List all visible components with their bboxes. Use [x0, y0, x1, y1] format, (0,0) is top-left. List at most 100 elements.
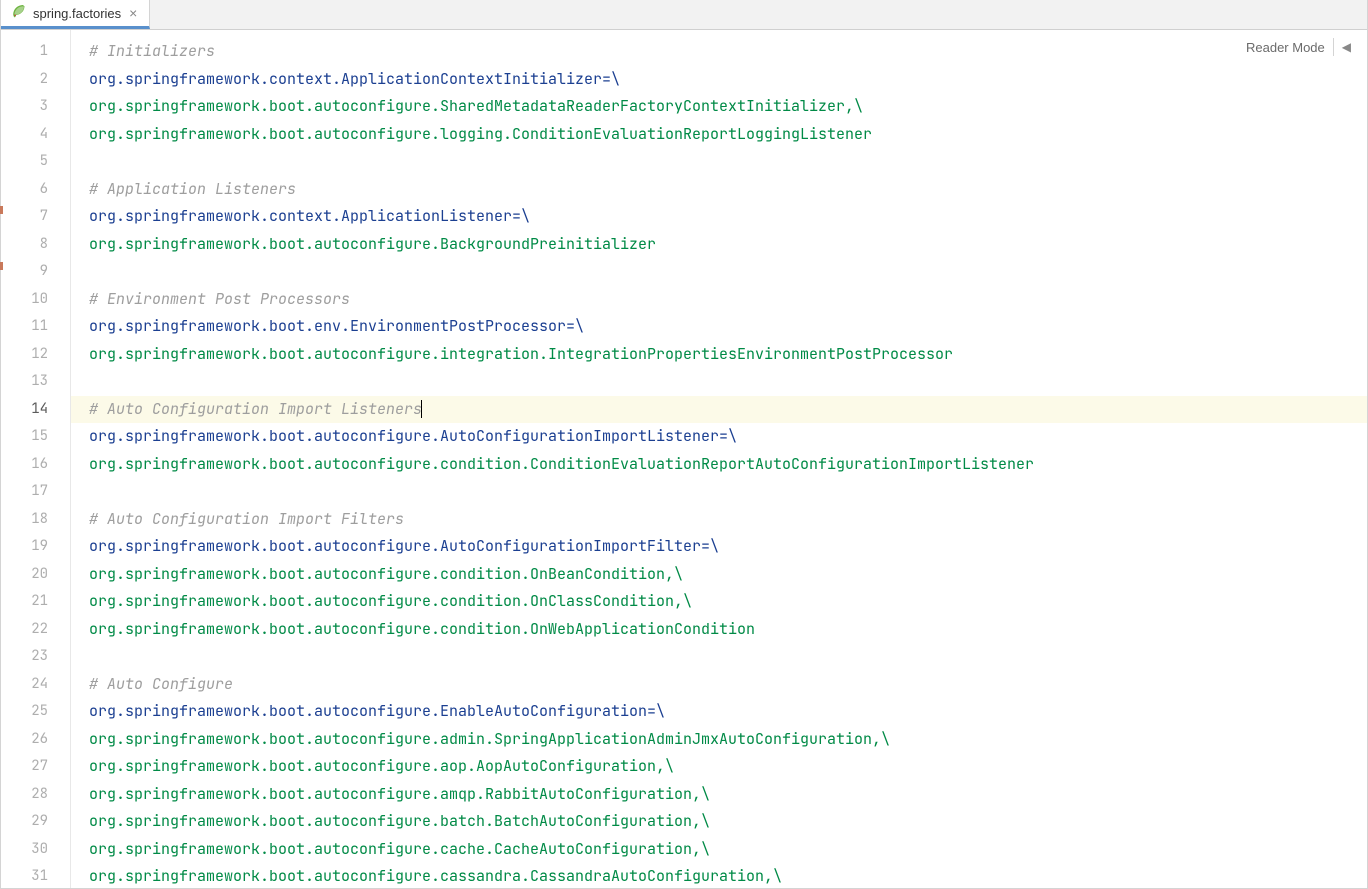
code-token-value: org.springframework.boot.autoconfigure.b… — [89, 811, 710, 831]
line-number[interactable]: 14 — [1, 396, 70, 424]
code-token-comment: # Application Listeners — [89, 179, 296, 199]
code-line[interactable]: org.springframework.boot.autoconfigure.c… — [89, 836, 1367, 864]
line-number[interactable]: 28 — [1, 781, 70, 809]
line-number[interactable]: 12 — [1, 341, 70, 369]
line-number[interactable]: 15 — [1, 423, 70, 451]
code-line[interactable]: org.springframework.boot.autoconfigure.B… — [89, 231, 1367, 259]
line-number[interactable]: 13 — [1, 368, 70, 396]
line-number[interactable]: 1 — [1, 38, 70, 66]
code-token-value: org.springframework.boot.autoconfigure.a… — [89, 784, 710, 804]
breakpoint-marker[interactable] — [0, 262, 3, 270]
code-token-key: org.springframework.context.ApplicationL… — [89, 206, 530, 226]
code-line[interactable]: org.springframework.boot.autoconfigure.c… — [89, 561, 1367, 589]
code-token-value: org.springframework.boot.autoconfigure.c… — [89, 454, 1034, 474]
code-token-key: org.springframework.boot.autoconfigure.A… — [89, 426, 737, 446]
code-token-value: org.springframework.boot.autoconfigure.l… — [89, 124, 872, 144]
editor-body: Reader Mode ◀ 12345678910111213141516171… — [1, 30, 1367, 888]
reader-mode-toolbar: Reader Mode ◀ — [1246, 38, 1351, 56]
code-editor-area[interactable]: # Initializers org.springframework.contex… — [71, 30, 1367, 888]
code-line[interactable]: org.springframework.boot.autoconfigure.a… — [89, 781, 1367, 809]
code-line[interactable]: # Auto Configuration Import Filters — [89, 506, 1367, 534]
chevron-left-icon[interactable]: ◀ — [1342, 40, 1351, 54]
code-line[interactable]: # Auto Configuration Import Listeners — [71, 396, 1367, 424]
line-number-gutter[interactable]: 1234567891011121314151617181920212223242… — [1, 30, 71, 888]
close-icon[interactable]: × — [127, 5, 139, 21]
code-line[interactable] — [89, 643, 1367, 671]
line-number[interactable]: 23 — [1, 643, 70, 671]
line-number[interactable]: 10 — [1, 286, 70, 314]
code-token-value: org.springframework.boot.autoconfigure.c… — [89, 866, 782, 886]
code-token-value: org.springframework.boot.autoconfigure.a… — [89, 729, 890, 749]
spring-leaf-icon — [11, 4, 27, 23]
code-line[interactable]: org.springframework.boot.autoconfigure.A… — [89, 423, 1367, 451]
code-line[interactable]: org.springframework.context.ApplicationC… — [89, 66, 1367, 94]
line-number[interactable]: 3 — [1, 93, 70, 121]
line-number[interactable]: 19 — [1, 533, 70, 561]
line-number[interactable]: 5 — [1, 148, 70, 176]
line-number[interactable]: 31 — [1, 863, 70, 888]
code-line[interactable]: org.springframework.boot.autoconfigure.c… — [89, 588, 1367, 616]
code-line[interactable]: org.springframework.context.ApplicationL… — [89, 203, 1367, 231]
code-token-key: org.springframework.boot.autoconfigure.A… — [89, 536, 719, 556]
line-number[interactable]: 25 — [1, 698, 70, 726]
line-number[interactable]: 24 — [1, 671, 70, 699]
toolbar-divider — [1333, 38, 1334, 56]
line-number[interactable]: 8 — [1, 231, 70, 259]
line-number[interactable]: 9 — [1, 258, 70, 286]
breakpoint-strip — [0, 30, 3, 889]
code-line[interactable]: org.springframework.boot.autoconfigure.S… — [89, 93, 1367, 121]
code-line[interactable]: # Auto Configure — [89, 671, 1367, 699]
code-token-value: org.springframework.boot.autoconfigure.S… — [89, 96, 863, 116]
line-number[interactable]: 27 — [1, 753, 70, 781]
code-token-key: org.springframework.boot.autoconfigure.E… — [89, 701, 665, 721]
code-line[interactable] — [89, 478, 1367, 506]
line-number[interactable]: 4 — [1, 121, 70, 149]
editor-window: spring.factories × Reader Mode ◀ 1234567… — [0, 0, 1368, 889]
code-token-comment: # Auto Configure — [89, 674, 233, 694]
line-number[interactable]: 21 — [1, 588, 70, 616]
code-line[interactable]: # Initializers — [89, 38, 1367, 66]
line-number[interactable]: 7 — [1, 203, 70, 231]
line-number[interactable]: 6 — [1, 176, 70, 204]
line-number[interactable]: 17 — [1, 478, 70, 506]
code-line[interactable]: org.springframework.boot.env.Environment… — [89, 313, 1367, 341]
line-number[interactable]: 11 — [1, 313, 70, 341]
code-line[interactable]: org.springframework.boot.autoconfigure.E… — [89, 698, 1367, 726]
code-line[interactable]: org.springframework.boot.autoconfigure.A… — [89, 533, 1367, 561]
code-line[interactable]: org.springframework.boot.autoconfigure.i… — [89, 341, 1367, 369]
line-number[interactable]: 2 — [1, 66, 70, 94]
line-number[interactable]: 16 — [1, 451, 70, 479]
line-number[interactable]: 26 — [1, 726, 70, 754]
code-line[interactable]: # Environment Post Processors — [89, 286, 1367, 314]
code-token-comment: # Auto Configuration Import Filters — [89, 509, 404, 529]
tab-bar: spring.factories × — [1, 0, 1367, 30]
text-cursor — [421, 400, 422, 418]
line-number[interactable]: 22 — [1, 616, 70, 644]
code-token-key: org.springframework.context.ApplicationC… — [89, 69, 620, 89]
code-line[interactable] — [89, 258, 1367, 286]
code-line[interactable] — [89, 148, 1367, 176]
code-line[interactable]: org.springframework.boot.autoconfigure.l… — [89, 121, 1367, 149]
code-line[interactable]: org.springframework.boot.autoconfigure.c… — [89, 863, 1367, 888]
line-number[interactable]: 20 — [1, 561, 70, 589]
code-token-value: org.springframework.boot.autoconfigure.c… — [89, 839, 710, 859]
code-line[interactable]: org.springframework.boot.autoconfigure.c… — [89, 616, 1367, 644]
reader-mode-label[interactable]: Reader Mode — [1246, 40, 1325, 55]
code-token-value: org.springframework.boot.autoconfigure.a… — [89, 756, 674, 776]
line-number[interactable]: 30 — [1, 836, 70, 864]
file-tab[interactable]: spring.factories × — [1, 0, 150, 29]
code-token-comment: # Environment Post Processors — [89, 289, 350, 309]
line-number[interactable]: 29 — [1, 808, 70, 836]
code-line[interactable] — [89, 368, 1367, 396]
code-token-comment: # Auto Configuration Import Listeners — [89, 399, 422, 419]
code-line[interactable]: # Application Listeners — [89, 176, 1367, 204]
code-line[interactable]: org.springframework.boot.autoconfigure.c… — [89, 451, 1367, 479]
line-number[interactable]: 18 — [1, 506, 70, 534]
tab-label: spring.factories — [33, 6, 121, 21]
code-line[interactable]: org.springframework.boot.autoconfigure.b… — [89, 808, 1367, 836]
breakpoint-marker[interactable] — [0, 206, 3, 214]
code-token-key: org.springframework.boot.env.Environment… — [89, 316, 584, 336]
code-line[interactable]: org.springframework.boot.autoconfigure.a… — [89, 753, 1367, 781]
code-line[interactable]: org.springframework.boot.autoconfigure.a… — [89, 726, 1367, 754]
code-token-comment: # Initializers — [89, 41, 215, 61]
